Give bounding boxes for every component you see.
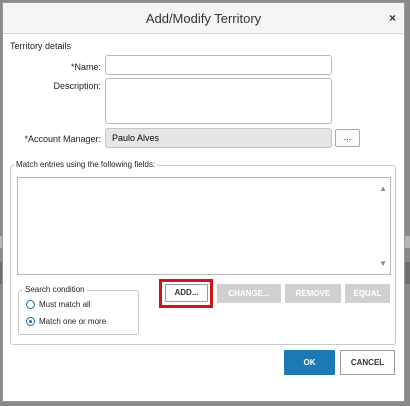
must-match-all-radio[interactable]: Must match all (26, 300, 91, 309)
must-match-all-label: Must match all (39, 300, 91, 309)
match-one-or-more-label: Match one or more (39, 317, 107, 326)
match-entries-legend: Match entries using the following fields… (14, 160, 158, 169)
dialog-titlebar: Add/Modify Territory × (3, 3, 404, 34)
description-field[interactable] (105, 78, 332, 124)
radio-button-unchecked-icon (26, 300, 35, 309)
match-one-or-more-radio[interactable]: Match one or more (26, 317, 106, 326)
dialog-title: Add/Modify Territory (145, 11, 262, 26)
name-label: *Name: (70, 62, 101, 72)
radio-button-checked-icon (26, 317, 35, 326)
account-manager-field (105, 128, 332, 148)
change-button[interactable]: CHANGE... (217, 284, 281, 303)
description-label: Description: (53, 81, 101, 91)
account-manager-browse-button[interactable]: ... (335, 129, 360, 147)
equal-button[interactable]: EQUAL (345, 284, 390, 303)
name-field[interactable] (105, 55, 332, 75)
scroll-up-icon[interactable]: ▲ (379, 184, 387, 193)
add-button[interactable]: ADD... (165, 284, 208, 302)
scroll-down-icon[interactable]: ▼ (379, 259, 387, 268)
add-modify-territory-dialog: Add/Modify Territory × Territory details… (2, 2, 405, 402)
search-condition-group (18, 290, 139, 335)
close-icon[interactable]: × (389, 11, 396, 25)
account-manager-label: *Account Manager: (24, 134, 101, 144)
cancel-button[interactable]: CANCEL (340, 350, 395, 375)
ok-button[interactable]: OK (284, 350, 335, 375)
remove-button[interactable]: REMOVE (285, 284, 341, 303)
territory-details-heading: Territory details (10, 41, 72, 51)
search-condition-legend: Search condition (23, 285, 87, 294)
match-fields-list[interactable]: ▲ ▼ (17, 177, 391, 275)
